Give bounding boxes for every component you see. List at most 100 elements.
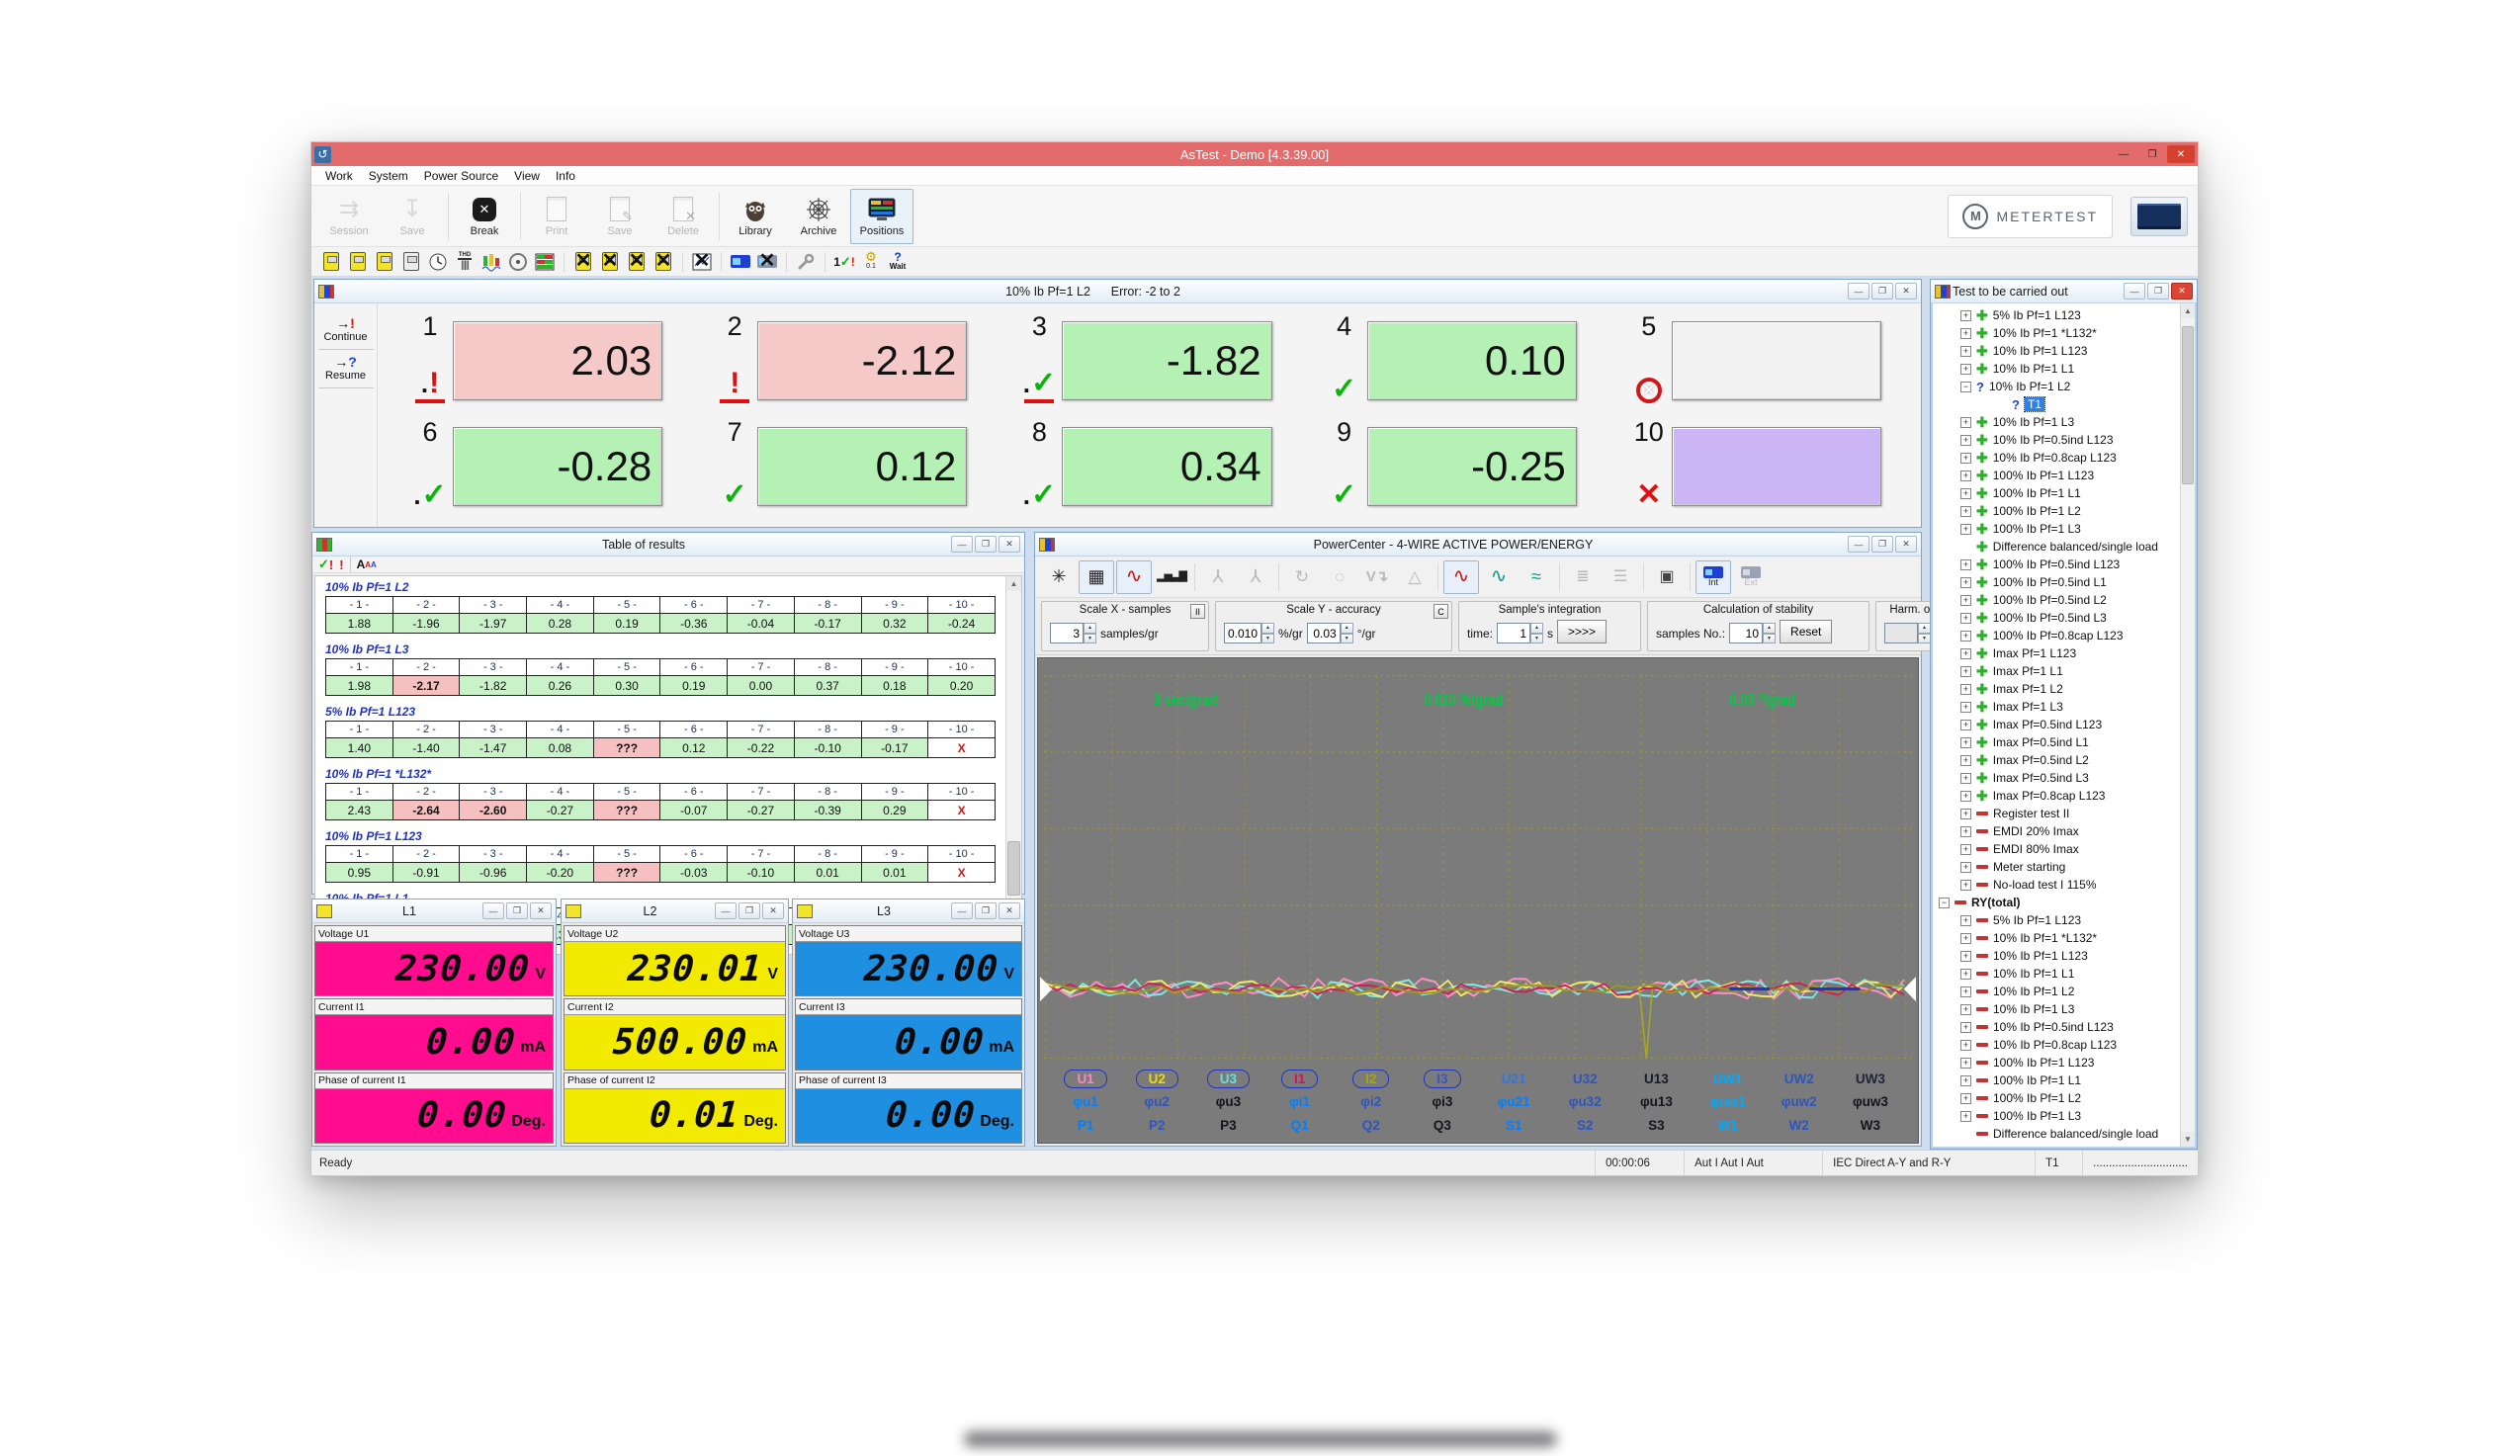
legend-P2[interactable]: P2 xyxy=(1149,1118,1166,1133)
clock-icon[interactable] xyxy=(426,250,450,274)
tree-item[interactable]: +10% Ib Pf=1 L3 xyxy=(1935,1000,2180,1018)
tree-window-header[interactable]: Test to be carried out — ❐ ✕ xyxy=(1931,280,2197,303)
font-size-icon[interactable]: AAA xyxy=(357,557,377,571)
legend-I3[interactable]: I3 xyxy=(1424,1070,1460,1088)
tree-expander-icon[interactable]: − xyxy=(1960,382,1971,392)
legend-I1[interactable]: I1 xyxy=(1281,1070,1318,1088)
tree-expander-icon[interactable]: + xyxy=(1960,577,1971,588)
source-meter-small-icon[interactable] xyxy=(399,250,423,274)
tree-item[interactable]: +✚10% Ib Pf=1 L1 xyxy=(1935,360,2180,378)
tree-item[interactable]: −?10% Ib Pf=1 L2 xyxy=(1935,378,2180,395)
legend-P1[interactable]: P1 xyxy=(1078,1118,1094,1133)
meter-close-button[interactable]: ✕ xyxy=(999,902,1020,919)
tree-expander-icon[interactable]: + xyxy=(1960,364,1971,375)
wrench-icon[interactable] xyxy=(794,250,818,274)
legend-Q1[interactable]: Q1 xyxy=(1291,1118,1309,1133)
tree-item[interactable]: +✚10% Ib Pf=1 *L132* xyxy=(1935,324,2180,342)
verify-icon[interactable]: 1✓! xyxy=(832,250,856,274)
legend-W2[interactable]: W2 xyxy=(1789,1118,1809,1133)
tree-scroll-down-icon[interactable]: ▼ xyxy=(2181,1132,2195,1147)
source-meter-1-icon[interactable] xyxy=(319,250,343,274)
tree-expander-icon[interactable]: + xyxy=(1960,737,1971,748)
degrees-per-grad-spinner[interactable]: 0.03 ▲▼ xyxy=(1307,623,1353,643)
tree-expander-icon[interactable]: + xyxy=(1960,720,1971,730)
legend-U21[interactable]: U21 xyxy=(1502,1071,1526,1086)
tree-item[interactable]: +✚100% Ib Pf=0.5ind L3 xyxy=(1935,609,2180,627)
meter-window-header[interactable]: L3—❐✕ xyxy=(793,899,1024,923)
legend-φu2[interactable]: φu2 xyxy=(1145,1094,1170,1109)
tree-expander-icon[interactable]: + xyxy=(1960,435,1971,446)
integration-time-spinner[interactable]: 1 ▲▼ xyxy=(1497,623,1543,643)
tree-expander-icon[interactable]: + xyxy=(1960,417,1971,428)
positions-grid-icon[interactable] xyxy=(533,250,557,274)
tree-item[interactable]: +No-load test I 115% xyxy=(1935,876,2180,894)
histogram-icon[interactable]: ▂▅▃▇ xyxy=(1154,560,1189,594)
source-meter-3-icon[interactable] xyxy=(373,250,396,274)
thd-icon[interactable]: THD||||| xyxy=(453,250,477,274)
meter-window-header[interactable]: L1—❐✕ xyxy=(312,899,556,923)
legend-UW1[interactable]: UW1 xyxy=(1713,1071,1743,1086)
tree-expander-icon[interactable]: + xyxy=(1960,1022,1971,1033)
tree-item[interactable]: ✚Difference balanced/single load xyxy=(1935,538,2180,556)
powercenter-minimize-button[interactable]: — xyxy=(1848,536,1869,553)
tree-scroll-up-icon[interactable]: ▲ xyxy=(2181,303,2195,318)
tree-expander-icon[interactable]: + xyxy=(1960,844,1971,855)
save-graph-icon[interactable]: ▣ xyxy=(1649,560,1685,594)
meter-window-header[interactable]: L2—❐✕ xyxy=(562,899,788,923)
results-window-header[interactable]: Table of results — ❐ ✕ xyxy=(312,533,1024,557)
legend-W3[interactable]: W3 xyxy=(1861,1118,1880,1133)
int-button[interactable]: Int xyxy=(1695,560,1731,594)
target-icon[interactable] xyxy=(506,250,530,274)
tree-expander-icon[interactable]: + xyxy=(1960,471,1971,481)
meter-off-1-icon[interactable]: ✕ xyxy=(571,250,595,274)
tree-item[interactable]: +10% Ib Pf=0.8cap L123 xyxy=(1935,1036,2180,1054)
tree-scrollbar[interactable]: ▲ ▼ xyxy=(2180,303,2195,1147)
meter-close-button[interactable]: ✕ xyxy=(530,902,552,919)
positions-close-button[interactable]: ✕ xyxy=(1895,283,1917,300)
tree-expander-icon[interactable]: + xyxy=(1960,666,1971,677)
source-meter-2-icon[interactable] xyxy=(346,250,370,274)
tree-item[interactable]: +✚Imax Pf=0.8cap L123 xyxy=(1935,787,2180,805)
minimize-button[interactable]: — xyxy=(2110,145,2137,163)
tree-item[interactable]: +✚100% Ib Pf=0.5ind L1 xyxy=(1935,573,2180,591)
tree-item[interactable]: +✚10% Ib Pf=0.8cap L123 xyxy=(1935,449,2180,467)
close-button[interactable]: ✕ xyxy=(2167,145,2195,163)
harm-order-spinner[interactable]: ▲▼ xyxy=(1884,623,1931,643)
wave-scatter-icon[interactable]: ≈ xyxy=(1519,560,1554,594)
tree-expander-icon[interactable]: + xyxy=(1960,684,1971,695)
stability-wave-icon[interactable]: ∿ xyxy=(1443,560,1479,594)
stability-samples-spinner[interactable]: 10 ▲▼ xyxy=(1729,623,1776,643)
tree-item[interactable]: +✚100% Ib Pf=1 L2 xyxy=(1935,502,2180,520)
meter-restore-button[interactable]: ❐ xyxy=(975,902,997,919)
legend-φu3[interactable]: φu3 xyxy=(1216,1094,1241,1109)
harmonics-icon[interactable] xyxy=(479,250,503,274)
tree-item[interactable]: +✚Imax Pf=0.5ind L123 xyxy=(1935,716,2180,733)
menu-view[interactable]: View xyxy=(506,166,548,185)
tree-item[interactable]: +✚100% Ib Pf=1 L1 xyxy=(1935,484,2180,502)
tree-expander-icon[interactable]: + xyxy=(1960,1111,1971,1122)
legend-U2[interactable]: U2 xyxy=(1136,1070,1178,1088)
tree-item[interactable]: +✚Imax Pf=1 L123 xyxy=(1935,644,2180,662)
tree-expander-icon[interactable]: + xyxy=(1960,826,1971,837)
displays-grid-icon[interactable]: ▦ xyxy=(1079,560,1114,594)
menu-info[interactable]: Info xyxy=(548,166,583,185)
archive-button[interactable]: Archive xyxy=(787,189,850,244)
tree-expander-icon[interactable]: + xyxy=(1960,613,1971,624)
positions-button[interactable]: Positions xyxy=(850,189,913,244)
legend-φi1[interactable]: φi1 xyxy=(1289,1094,1310,1109)
meter-off-3-icon[interactable]: ✕ xyxy=(625,250,649,274)
tree-expander-icon[interactable]: + xyxy=(1960,631,1971,642)
accuracy-per-grad-spinner[interactable]: 0.010 ▲▼ xyxy=(1224,623,1274,643)
resume-button[interactable]: →? Resume xyxy=(318,350,374,388)
tree-expander-icon[interactable]: + xyxy=(1960,755,1971,766)
tree-item[interactable]: +Meter starting xyxy=(1935,858,2180,876)
positions-minimize-button[interactable]: — xyxy=(1848,283,1869,300)
tree-close-button[interactable]: ✕ xyxy=(2171,283,2193,300)
tree-item[interactable]: +✚Imax Pf=1 L2 xyxy=(1935,680,2180,698)
meter-restore-button[interactable]: ❐ xyxy=(506,902,528,919)
tree-expander-icon[interactable]: + xyxy=(1960,488,1971,499)
show-passed-icon[interactable]: ✓! xyxy=(318,557,333,572)
legend-S1[interactable]: S1 xyxy=(1506,1118,1522,1133)
tree-item[interactable]: +Register test II xyxy=(1935,805,2180,822)
axes-icon[interactable]: ✳ xyxy=(1041,560,1077,594)
